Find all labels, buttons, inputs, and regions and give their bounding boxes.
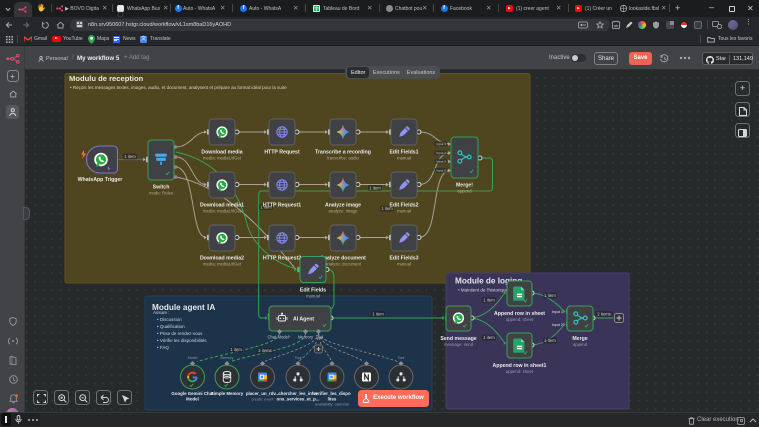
svg-text:1 item: 1 item: [483, 298, 495, 303]
svg-text:2 items: 2 items: [597, 312, 611, 317]
svg-text:append: append: [573, 342, 588, 347]
svg-text:Google Gemini Chat: Google Gemini Chat: [171, 391, 214, 396]
svg-text:verifier_les_dispo: verifier_les_dispo: [313, 391, 351, 396]
svg-text:2 items: 2 items: [258, 348, 272, 353]
svg-text:manual: manual: [306, 294, 320, 299]
svg-text:AI Agent: AI Agent: [293, 316, 314, 322]
svg-text:mode: Rules: mode: Rules: [149, 191, 173, 196]
svg-text:append: sheet: append: sheet: [506, 317, 534, 322]
svg-text:manual: manual: [397, 209, 411, 214]
svg-text:lites: lites: [328, 397, 337, 402]
svg-text:Memory: Memory: [221, 356, 234, 360]
svg-text:HTTP Request2: HTTP Request2: [263, 256, 301, 262]
svg-text:Simple Memory: Simple Memory: [211, 391, 244, 396]
svg-text:manual: manual: [397, 156, 411, 161]
svg-text:Modulu de reception: Modulu de reception: [69, 74, 144, 83]
svg-text:Input 2: Input 2: [437, 151, 447, 155]
svg-text:Tool: Tool: [316, 335, 324, 340]
svg-text:transcribe: audio: transcribe: audio: [327, 156, 359, 161]
svg-text:append: append: [457, 189, 472, 194]
svg-text:• FAQ: • FAQ: [157, 345, 169, 350]
svg-text:WhatsApp Trigger: WhatsApp Trigger: [78, 177, 123, 183]
svg-text:availability: calendar: availability: calendar: [315, 403, 350, 407]
svg-text:1 item: 1 item: [544, 293, 556, 298]
svg-text:chercher_les_infor: chercher_les_infor: [278, 391, 318, 396]
svg-text:Assure :: Assure :: [153, 310, 170, 315]
svg-text:Memory: Memory: [298, 335, 314, 340]
svg-text:ons_services_et_p...: ons_services_et_p...: [277, 397, 320, 402]
svg-text:placer_un_rdv...: placer_un_rdv...: [246, 391, 279, 396]
svg-text:append: sheet: append: sheet: [506, 369, 534, 374]
svg-text:1 item: 1 item: [372, 312, 384, 317]
svg-text:HTTP Request: HTTP Request: [264, 150, 300, 156]
svg-text:Input 2: Input 2: [552, 323, 563, 327]
svg-text:Tool: Tool: [295, 356, 302, 360]
svg-text:Input 1: Input 1: [437, 142, 447, 146]
svg-text:HTTP Request1: HTTP Request1: [263, 203, 301, 209]
svg-text:Tool: Tool: [398, 356, 405, 360]
svg-text:Input 4: Input 4: [437, 169, 447, 173]
svg-text:1 item: 1 item: [483, 335, 495, 340]
svg-text:• Reçois les messages textes,: • Reçois les messages textes, images, au…: [70, 85, 287, 90]
svg-text:1 item: 1 item: [124, 154, 136, 159]
svg-text:Input 1: Input 1: [552, 310, 563, 314]
svg-text:media: mediaUrlGet: media: mediaUrlGet: [203, 156, 242, 161]
svg-text:analyze: document: analyze: document: [325, 262, 362, 267]
svg-text:1 item: 1 item: [369, 186, 381, 191]
svg-text:message: send: message: send: [444, 342, 474, 347]
svg-text:create: event: create: event: [252, 398, 275, 402]
svg-text:Chat Model*: Chat Model*: [267, 335, 290, 340]
svg-text:analyze: image: analyze: image: [329, 209, 359, 214]
svg-text:1 item: 1 item: [230, 347, 242, 352]
svg-text:• Discussion: • Discussion: [157, 317, 182, 322]
svg-text:Input 3: Input 3: [437, 160, 447, 164]
svg-text:media: mediaUrlGet: media: mediaUrlGet: [203, 262, 242, 267]
svg-text:manual: manual: [397, 262, 411, 267]
svg-text:1 item: 1 item: [544, 338, 556, 343]
svg-text:Model: Model: [188, 356, 198, 360]
svg-text:• Vérifie les disponibilités: • Vérifie les disponibilités: [157, 338, 207, 343]
svg-text:Model: Model: [186, 397, 199, 402]
svg-text:• Prise de rendez-vous: • Prise de rendez-vous: [157, 331, 203, 336]
svg-text:• Qualification: • Qualification: [157, 324, 185, 329]
svg-text:media: mediaUrlGet: media: mediaUrlGet: [203, 209, 242, 214]
